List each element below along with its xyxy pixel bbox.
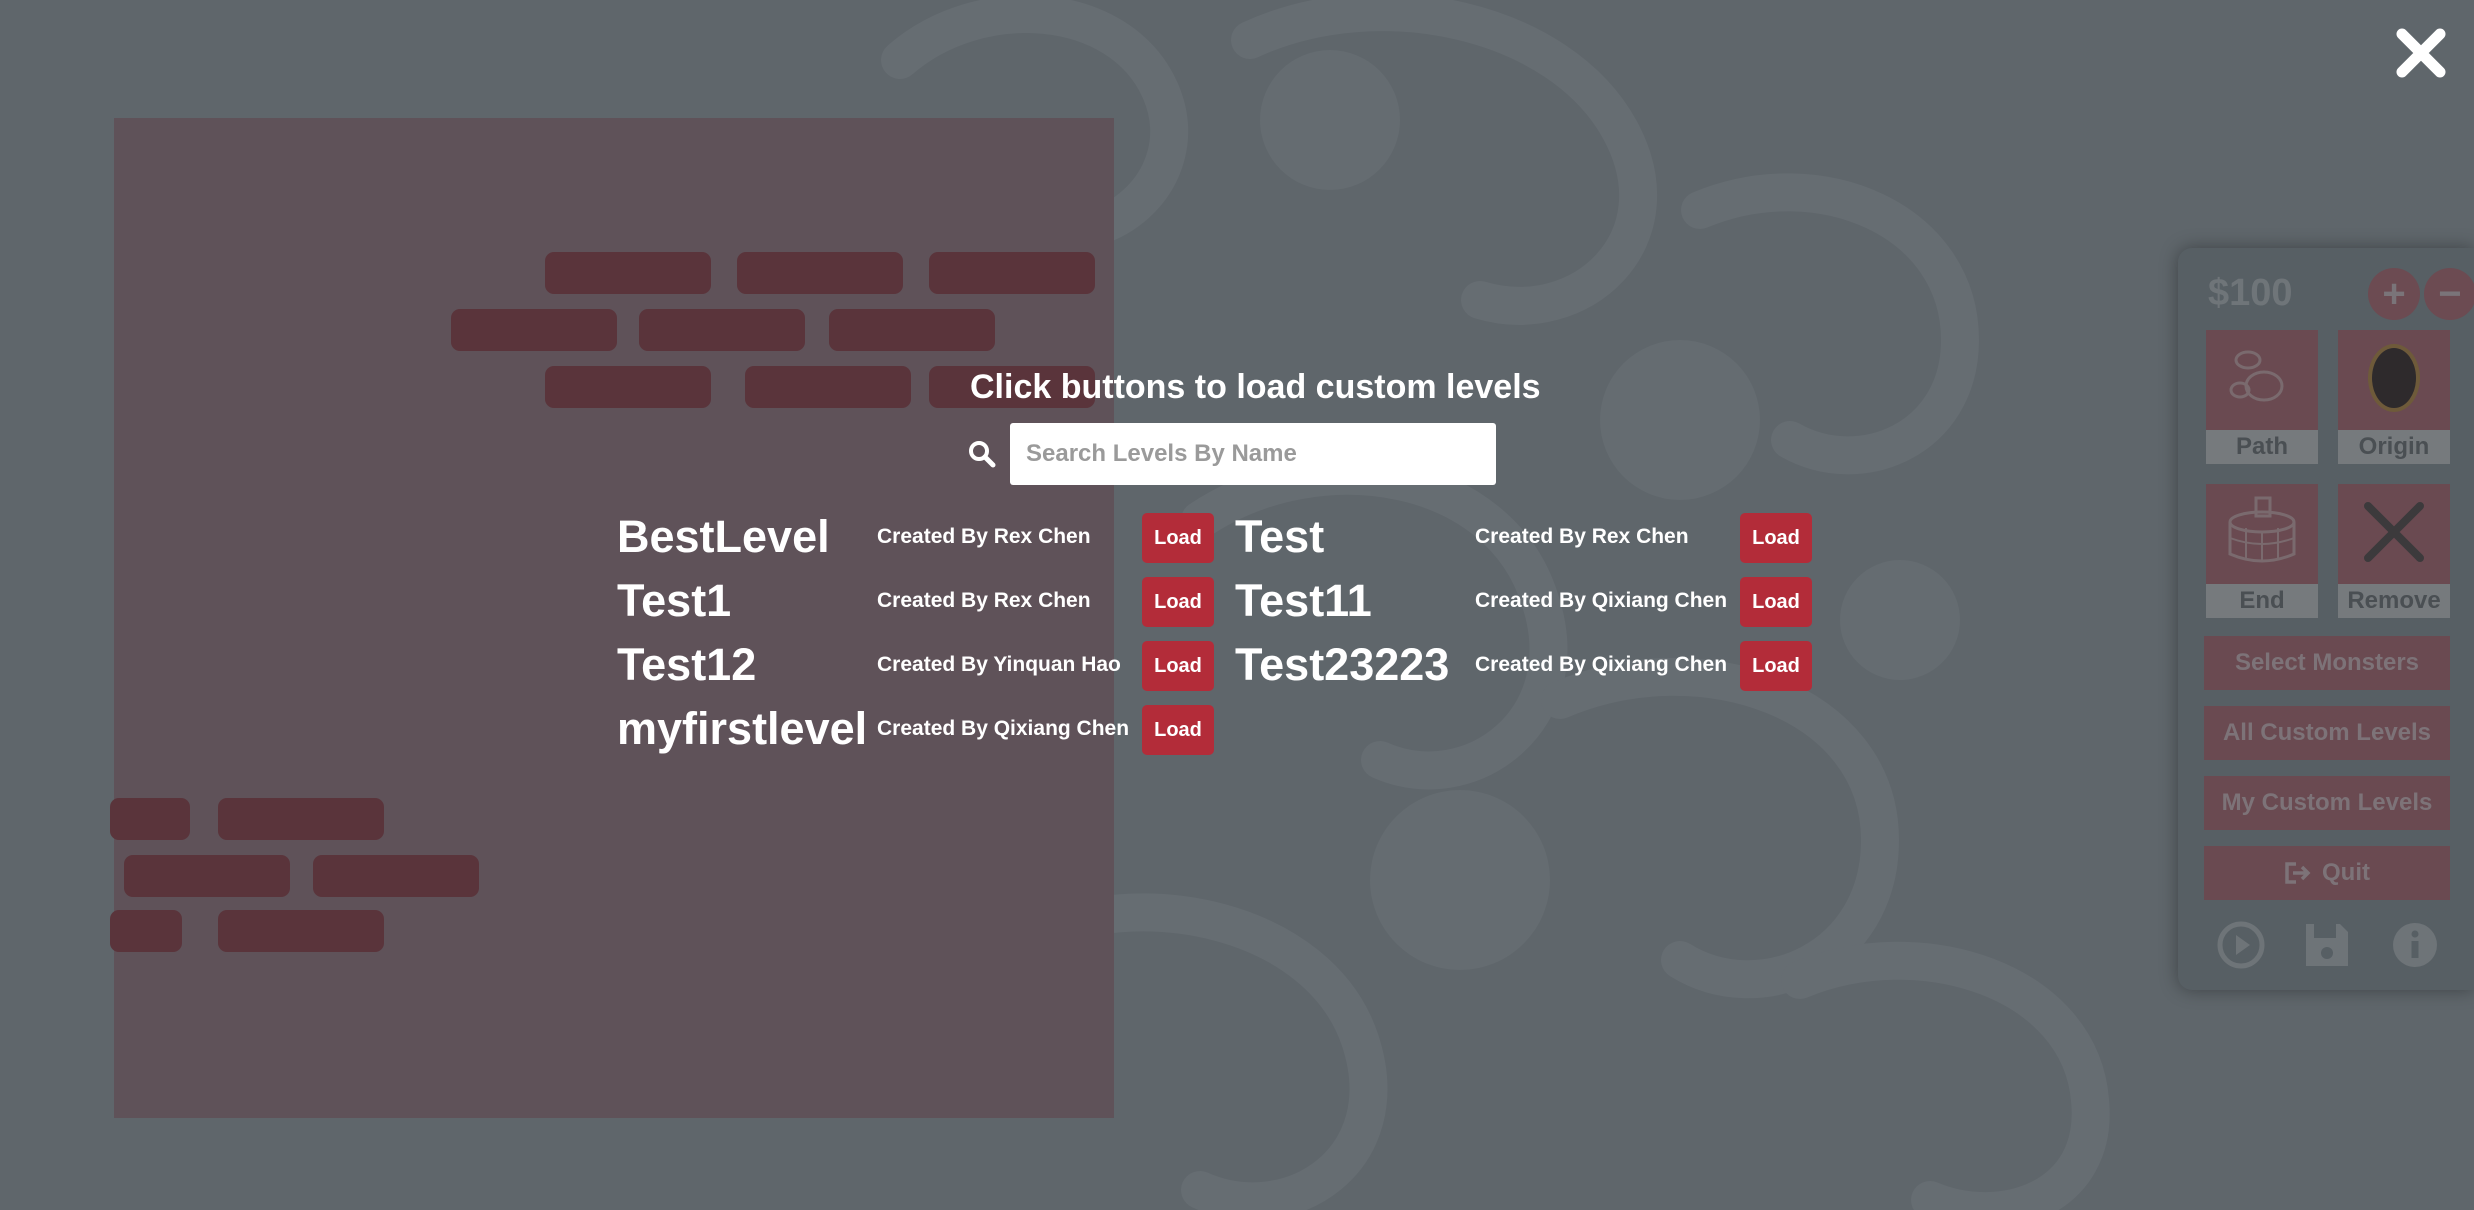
search-input[interactable]: [1010, 423, 1496, 485]
my-custom-levels-button[interactable]: My Custom Levels: [2204, 776, 2450, 830]
brick: [639, 309, 805, 351]
brick: [218, 798, 384, 840]
all-custom-levels-button[interactable]: All Custom Levels: [2204, 706, 2450, 760]
load-button[interactable]: Load: [1142, 577, 1214, 627]
info-icon[interactable]: [2390, 920, 2440, 970]
level-name: myfirstlevel: [617, 703, 868, 754]
level-name: Test11: [1235, 575, 1372, 626]
level-creator: Created By Rex Chen: [1475, 525, 1689, 548]
brick: [929, 252, 1095, 294]
dialog-title: Click buttons to load custom levels: [970, 368, 1541, 406]
quit-label: Quit: [2322, 859, 2370, 886]
level-name: Test23223: [1235, 639, 1450, 690]
brick: [451, 309, 617, 351]
well-icon: [2228, 496, 2296, 563]
level-name: Test: [1235, 511, 1325, 562]
level-creator: Created By Yinquan Hao: [877, 653, 1121, 676]
brick: [829, 309, 995, 351]
level-creator: Created By Rex Chen: [877, 525, 1091, 548]
map-canvas[interactable]: [110, 118, 1114, 1118]
search-icon: [969, 441, 996, 468]
increase-button[interactable]: +: [2368, 268, 2420, 320]
decrease-button[interactable]: −: [2424, 268, 2474, 320]
origin-tool[interactable]: Origin: [2338, 330, 2450, 464]
remove-tool[interactable]: Remove: [2338, 484, 2450, 618]
close-icon[interactable]: [2394, 26, 2448, 80]
level-name: Test12: [617, 639, 757, 690]
tool-panel: $100 + − Path Origin End Remove Select M…: [2178, 248, 2474, 990]
load-button[interactable]: Load: [1142, 705, 1214, 755]
load-button[interactable]: Load: [1142, 641, 1214, 691]
path-label: Path: [2206, 430, 2318, 464]
quit-button[interactable]: Quit: [2204, 846, 2450, 900]
brick: [110, 798, 190, 840]
end-tool[interactable]: End: [2206, 484, 2318, 618]
path-tool[interactable]: Path: [2206, 330, 2318, 464]
end-label: End: [2206, 584, 2318, 618]
brick: [545, 252, 711, 294]
money-value: 100: [2229, 272, 2293, 314]
load-button[interactable]: Load: [1740, 641, 1812, 691]
brick: [313, 855, 479, 897]
save-icon[interactable]: [2302, 920, 2352, 970]
remove-label: Remove: [2338, 584, 2450, 618]
origin-label: Origin: [2338, 430, 2450, 464]
brick: [737, 252, 903, 294]
load-button[interactable]: Load: [1740, 577, 1812, 627]
level-creator: Created By Qixiang Chen: [877, 717, 1130, 740]
brick: [124, 855, 290, 897]
sign-out-icon: [2285, 862, 2311, 884]
level-name: Test1: [617, 575, 732, 626]
brick: [110, 910, 182, 952]
brick: [745, 366, 911, 408]
brick: [545, 366, 711, 408]
play-icon[interactable]: [2216, 920, 2266, 970]
level-creator: Created By Qixiang Chen: [1475, 653, 1728, 676]
remove-icon: [2364, 502, 2424, 562]
stones-icon: [2229, 350, 2284, 402]
portal-icon: [2368, 344, 2420, 412]
level-name: BestLevel: [617, 511, 830, 562]
level-creator: Created By Qixiang Chen: [1475, 589, 1728, 612]
money-display: $100: [2208, 272, 2293, 315]
load-button[interactable]: Load: [1142, 513, 1214, 563]
select-monsters-button[interactable]: Select Monsters: [2204, 636, 2450, 690]
currency-symbol: $: [2208, 272, 2230, 314]
brick: [218, 910, 384, 952]
load-button[interactable]: Load: [1740, 513, 1812, 563]
level-creator: Created By Rex Chen: [877, 589, 1091, 612]
